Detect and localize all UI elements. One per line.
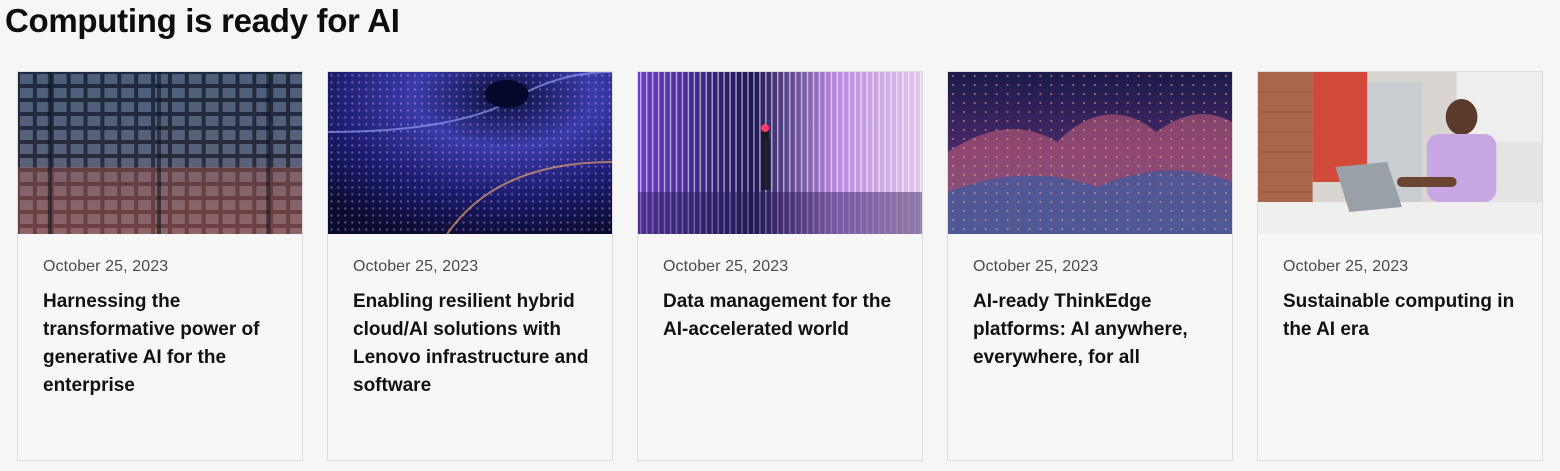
- card-image-light-tunnel[interactable]: [328, 72, 612, 234]
- article-card[interactable]: October 25, 2023 Sustainable computing i…: [1257, 71, 1543, 461]
- card-image-office-tower[interactable]: [18, 72, 302, 234]
- card-image-person-laptop[interactable]: [1258, 72, 1542, 234]
- card-title[interactable]: Harnessing the transformative power of g…: [43, 288, 283, 400]
- article-card[interactable]: October 25, 2023 AI-ready ThinkEdge plat…: [947, 71, 1233, 461]
- card-date: October 25, 2023: [663, 258, 789, 275]
- card-date: October 25, 2023: [43, 258, 169, 275]
- card-date: October 25, 2023: [1283, 258, 1409, 275]
- card-date: October 25, 2023: [353, 258, 479, 275]
- card-image-light-curtain[interactable]: [638, 72, 922, 234]
- article-card[interactable]: October 25, 2023 Harnessing the transfor…: [17, 71, 303, 461]
- card-title[interactable]: Enabling resilient hybrid cloud/AI solut…: [353, 288, 593, 400]
- card-date: October 25, 2023: [973, 258, 1099, 275]
- card-title[interactable]: Sustainable computing in the AI era: [1283, 288, 1523, 344]
- article-card[interactable]: October 25, 2023 Enabling resilient hybr…: [327, 71, 613, 461]
- card-image-glowing-terrain[interactable]: [948, 72, 1232, 234]
- section-title: Computing is ready for AI: [5, 2, 400, 39]
- article-card-list: October 25, 2023 Harnessing the transfor…: [17, 71, 1545, 462]
- card-title[interactable]: Data management for the AI-accelerated w…: [663, 288, 903, 344]
- card-title[interactable]: AI-ready ThinkEdge platforms: AI anywher…: [973, 288, 1213, 372]
- article-card[interactable]: October 25, 2023 Data management for the…: [637, 71, 923, 461]
